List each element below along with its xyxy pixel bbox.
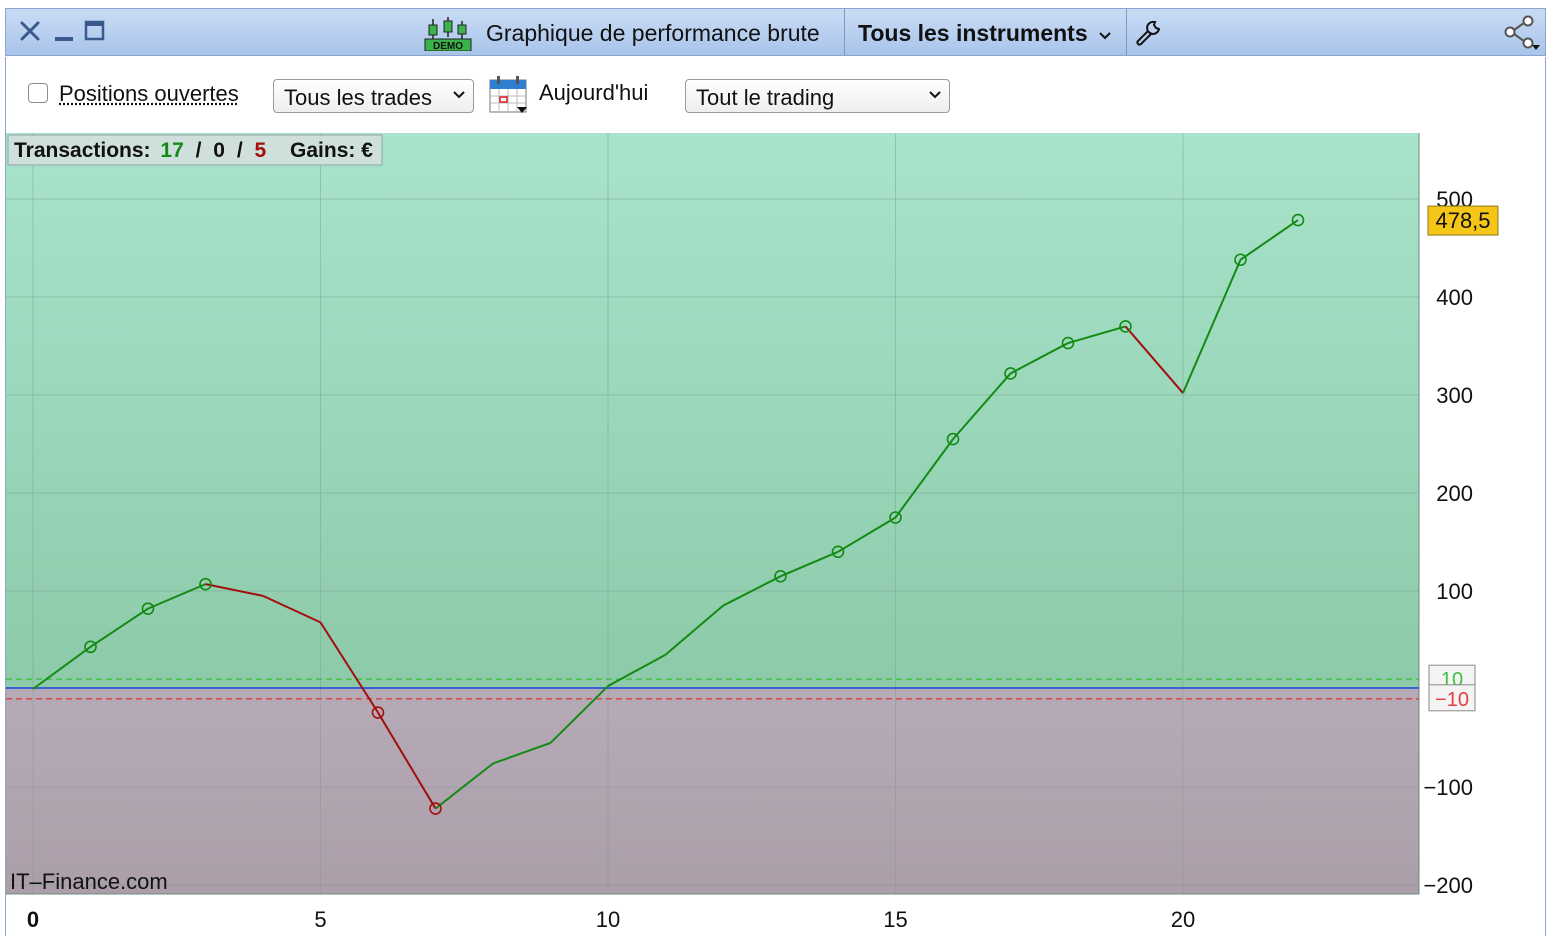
open-positions-label[interactable]: Positions ouvertes xyxy=(59,81,239,107)
date-range-label[interactable]: Aujourd'hui xyxy=(539,80,648,106)
chevron-down-icon xyxy=(1098,31,1112,41)
title-bar: DEMO Graphique de performance brute Tous… xyxy=(5,8,1546,56)
trades-filter-select[interactable]: Tous les trades xyxy=(273,79,474,113)
y-tick-label: 200 xyxy=(1436,481,1473,506)
positive-zone xyxy=(6,133,1419,689)
trading-filter-value: Tout le trading xyxy=(696,85,834,110)
separator xyxy=(844,9,845,55)
neutral-count: 0 xyxy=(213,139,225,162)
y-tick-label: 100 xyxy=(1436,579,1473,604)
open-positions-checkbox[interactable] xyxy=(28,83,48,103)
maximize-icon[interactable] xyxy=(83,19,107,43)
y-tick-label: −100 xyxy=(1423,775,1473,800)
last-value-tag-label: 478,5 xyxy=(1435,208,1490,233)
stats-separator: / xyxy=(237,139,243,162)
x-tick-label: 0 xyxy=(27,907,39,932)
instrument-selector-label: Tous les instruments xyxy=(858,20,1088,46)
chevron-down-icon xyxy=(928,88,942,102)
calendar-icon[interactable] xyxy=(488,74,530,116)
filter-toolbar: Positions ouvertes Tous les trades Aujou… xyxy=(5,57,1546,133)
minimize-icon[interactable] xyxy=(52,19,76,43)
window-title: Graphique de performance brute xyxy=(486,20,820,47)
losses-count: 5 xyxy=(255,139,267,162)
x-tick-label: 5 xyxy=(314,907,326,932)
demo-badge: DEMO xyxy=(433,41,463,51)
demo-chart-icon: DEMO xyxy=(424,17,472,51)
instrument-selector[interactable]: Tous les instruments xyxy=(858,20,1112,47)
x-tick-label: 20 xyxy=(1171,907,1195,932)
wins-count: 17 xyxy=(160,139,183,162)
x-tick-label: 10 xyxy=(596,907,620,932)
x-tick-label: 15 xyxy=(883,907,907,932)
y-tick-label: 300 xyxy=(1436,383,1473,408)
share-icon[interactable] xyxy=(1502,15,1542,51)
threshold-tag-label: −10 xyxy=(1435,689,1469,711)
watermark: IT–Finance.com xyxy=(10,869,168,894)
stats-separator: / xyxy=(196,139,202,162)
trading-filter-select[interactable]: Tout le trading xyxy=(685,79,950,113)
close-icon[interactable] xyxy=(18,19,42,43)
performance-chart: 0 5 10 15 20 500 400 300 200 100 −100 −200 10 −10 478,… xyxy=(5,133,1546,936)
y-tick-label: 400 xyxy=(1436,285,1473,310)
last-value-tag: 478,5 xyxy=(1428,206,1498,235)
threshold-tag: −10 xyxy=(1429,685,1475,711)
wrench-icon[interactable] xyxy=(1134,19,1162,47)
trades-filter-value: Tous les trades xyxy=(284,85,432,110)
chevron-down-icon xyxy=(452,88,466,102)
performance-chart-svg: 0 5 10 15 20500400300200100−100−20010−10478,… xyxy=(6,133,1545,936)
transactions-label: Transactions: xyxy=(14,139,151,162)
y-tick-label: −200 xyxy=(1423,873,1473,898)
separator xyxy=(1126,9,1127,55)
gains-label: Gains: € xyxy=(290,139,373,162)
negative-zone xyxy=(6,689,1419,894)
